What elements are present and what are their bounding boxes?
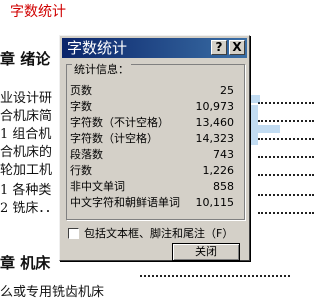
doc-line: 轮加工机 [0,163,53,178]
doc-line: 2 铣床．． [0,201,58,216]
doc-line: 1 各种类 [0,183,52,198]
dot-leader [258,173,314,176]
stat-value: 743 [213,148,234,161]
help-button[interactable]: ? [211,40,227,55]
stat-value: 858 [213,180,234,193]
stat-value: 13,460 [195,116,235,129]
stat-value: 10,115 [195,196,235,209]
dot-leader [258,137,314,140]
stat-row-asian-chars: 中文字符和朝鲜语单词 10,115 [70,195,246,211]
stat-value: 1,226 [202,164,235,177]
close-button[interactable]: 关闭 [172,243,240,261]
doc-line: 1 组合机 [0,127,52,142]
stat-value: 14,323 [195,132,235,145]
stat-label: 字数 [70,100,92,113]
stat-label: 非中文单词 [70,180,125,193]
stat-row-chars-nospace: 字符数（不计空格） 13,460 [70,115,246,131]
dot-leader [258,119,314,122]
doc-line: 章 绪论 [0,50,51,68]
stat-label: 行数 [70,164,92,177]
stat-label: 中文字符和朝鲜语单词 [70,196,180,209]
stat-row-pages: 页数 25 [70,83,246,99]
close-icon[interactable]: X [229,40,245,55]
stat-row-chars-space: 字符数（计空格） 14,323 [70,131,246,147]
dot-leader [258,101,314,104]
dot-leader [258,211,314,214]
checkbox-label: 包括文本框、脚注和尾注（F） [84,227,234,240]
word-count-dialog: 字数统计 ? X 统计信息： 页数 25 字数 10,973 字符数（不计空格）… [59,35,250,261]
doc-line: 章 机床 [0,254,51,272]
dialog-titlebar[interactable]: 字数统计 ? X [62,38,247,58]
group-label: 统计信息： [72,63,131,77]
doc-line: 合机床的 [0,145,53,160]
stat-label: 字符数（不计空格） [70,116,169,129]
stat-row-non-chinese-words: 非中文单词 858 [70,179,246,195]
stat-row-paragraphs: 段落数 743 [70,147,246,163]
stat-label: 字符数（计空格） [70,132,158,145]
dialog-title: 字数统计 [67,39,128,57]
dot-leader [140,275,290,277]
stat-row-words: 字数 10,973 [70,99,246,115]
stat-value: 25 [220,84,234,97]
doc-line: 么或专用铣齿机床 [0,285,105,300]
stat-label: 页数 [70,84,92,97]
dot-leader [258,155,314,158]
stat-row-lines: 行数 1,226 [70,163,246,179]
doc-line: 合机床简 [0,109,53,124]
include-textboxes-checkbox[interactable] [68,228,79,239]
stat-label: 段落数 [70,148,103,161]
document-header: 字数统计 [10,4,66,20]
dot-leader [258,193,314,196]
doc-line: 业设计研 [0,91,53,106]
stat-value: 10,973 [195,100,235,113]
